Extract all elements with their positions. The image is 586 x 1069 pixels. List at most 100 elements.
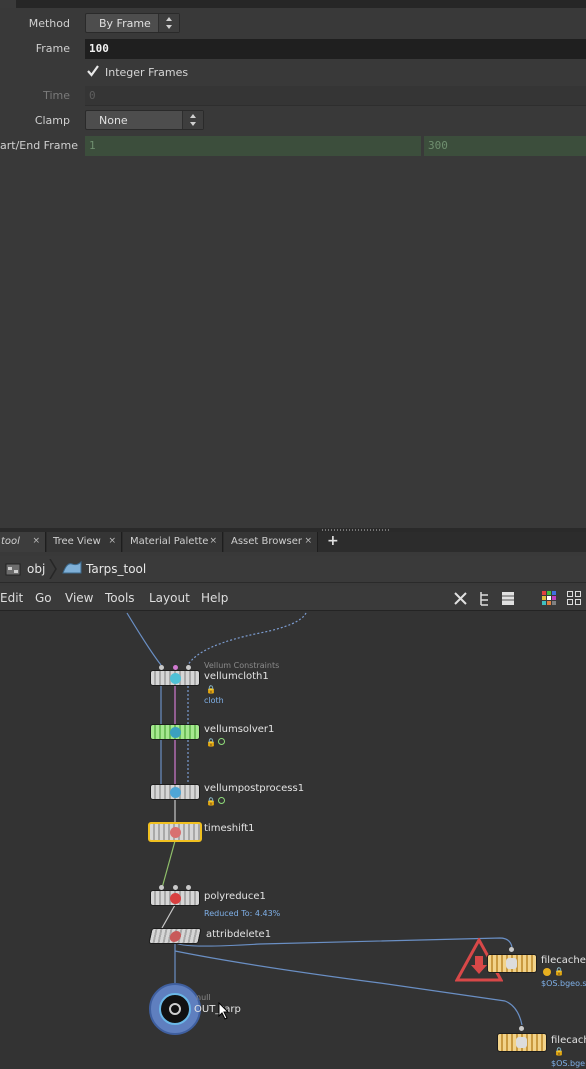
- node-comment: $OS.bgeo.s: [541, 979, 586, 988]
- node-name: vellumsolver1: [204, 724, 275, 735]
- node-name: vellumcloth1: [204, 671, 269, 682]
- vellum-postprocess-icon: [170, 787, 181, 798]
- close-icon[interactable]: ×: [304, 536, 312, 546]
- updown-arrows-icon: [158, 14, 179, 32]
- path-current[interactable]: Tarps_tool: [86, 562, 146, 576]
- start-frame-field: 1: [85, 136, 421, 156]
- time-field: 0: [85, 86, 586, 106]
- attribdelete-icon: [168, 931, 183, 942]
- node-vellumcloth[interactable]: [150, 670, 200, 686]
- node-name: filecache1: [541, 955, 586, 966]
- splitter-grip: [322, 529, 390, 531]
- integer-frames-checkbox[interactable]: [87, 65, 99, 77]
- status-dot-icon: [218, 797, 225, 804]
- clock-icon: [170, 827, 181, 838]
- disk-icon: [506, 958, 517, 969]
- input-port[interactable]: [173, 885, 178, 890]
- network-editor[interactable]: Vellum Constraints vellumcloth1 🔒 cloth …: [0, 611, 586, 1069]
- node-name: attribdelete1: [206, 929, 272, 940]
- integer-frames-label: Integer Frames: [105, 66, 189, 79]
- node-filecache2[interactable]: [497, 1033, 547, 1052]
- menu-tools[interactable]: Tools: [105, 591, 135, 605]
- menu-layout[interactable]: Layout: [149, 591, 190, 605]
- add-tab-button[interactable]: +: [327, 533, 339, 549]
- tab-network-tool[interactable]: tool ×: [0, 532, 46, 552]
- method-dropdown[interactable]: By Frame: [85, 13, 180, 33]
- clamp-label: Clamp: [34, 114, 70, 127]
- method-value: By Frame: [99, 17, 151, 30]
- input-port[interactable]: [159, 885, 164, 890]
- menu-bar: Edit Go View Tools Layout Help: [0, 586, 586, 611]
- node-polyreduce[interactable]: [150, 890, 200, 906]
- network-icon: [5, 561, 21, 580]
- clamp-dropdown[interactable]: None: [85, 110, 204, 130]
- menu-edit[interactable]: Edit: [0, 591, 23, 605]
- input-port[interactable]: [186, 665, 191, 670]
- node-timeshift[interactable]: [148, 822, 202, 842]
- status-dot-icon: [218, 738, 225, 745]
- node-attribdelete[interactable]: [148, 928, 202, 944]
- path-root[interactable]: obj: [27, 562, 45, 576]
- tree-layout-icon[interactable]: [478, 590, 492, 610]
- node-name: polyreduce1: [204, 891, 266, 902]
- list-view-icon[interactable]: [501, 590, 515, 610]
- menu-go[interactable]: Go: [35, 591, 52, 605]
- vellum-solver-icon: [170, 727, 181, 738]
- null-ring-icon: [169, 1003, 181, 1015]
- close-icon[interactable]: ×: [209, 536, 217, 546]
- node-filecache1[interactable]: [487, 954, 537, 973]
- lock-icon: 🔒: [554, 967, 564, 976]
- path-bar: obj Tarps_tool: [0, 556, 586, 583]
- tab-label: Asset Browser: [231, 536, 303, 547]
- tab-label: Material Palette: [130, 536, 209, 547]
- tab-material-palette[interactable]: Material Palette ×: [123, 532, 223, 552]
- start-end-frame-label: art/End Frame: [0, 139, 78, 152]
- method-label: Method: [28, 17, 70, 30]
- tarp-icon: [62, 560, 82, 579]
- input-port[interactable]: [159, 665, 164, 670]
- tab-asset-browser[interactable]: Asset Browser ×: [224, 532, 318, 552]
- close-icon[interactable]: ×: [32, 536, 40, 546]
- null-node-icon: [159, 993, 191, 1025]
- top-strip-tab: [0, 0, 16, 8]
- wrench-icon[interactable]: [452, 590, 469, 610]
- network-wires: [126, 612, 523, 1026]
- tab-label: tool: [1, 536, 20, 547]
- lock-icon: 🔒: [206, 738, 216, 747]
- input-port[interactable]: [519, 1026, 524, 1031]
- tab-label: Tree View: [53, 536, 101, 547]
- node-type-label: null: [196, 993, 211, 1002]
- node-type-label: Vellum Constraints: [204, 661, 280, 670]
- input-port[interactable]: [186, 885, 191, 890]
- shape-palette-icon[interactable]: [567, 591, 581, 608]
- node-name: vellumpostprocess1: [204, 783, 305, 794]
- node-name: filecache: [551, 1035, 586, 1046]
- tab-tree-view[interactable]: Tree View ×: [47, 532, 122, 552]
- checkmark-icon: [87, 65, 99, 77]
- node-vellumpostprocess[interactable]: [150, 784, 200, 800]
- vellum-cloth-icon: [170, 673, 181, 684]
- lock-icon: 🔒: [554, 1047, 564, 1056]
- warning-badge-icon: [543, 968, 551, 976]
- frame-label: Frame: [35, 42, 70, 55]
- pane-tab-bar: tool × Tree View × Material Palette × As…: [0, 532, 586, 552]
- chevron-right-icon: [48, 558, 58, 582]
- polyreduce-icon: [170, 893, 181, 904]
- menu-help[interactable]: Help: [201, 591, 228, 605]
- node-comment: Reduced To: 4.43%: [204, 909, 281, 918]
- menu-view[interactable]: View: [65, 591, 93, 605]
- node-name: timeshift1: [204, 823, 255, 834]
- mouse-cursor-icon: [218, 1001, 230, 1023]
- frame-field[interactable]: 100: [85, 39, 586, 59]
- clamp-value: None: [99, 114, 128, 127]
- lock-icon: 🔒: [206, 685, 216, 694]
- time-label: Time: [43, 89, 70, 102]
- end-frame-field: 300: [424, 136, 586, 156]
- close-icon[interactable]: ×: [108, 536, 116, 546]
- color-palette-icon[interactable]: [542, 591, 556, 608]
- node-comment: $OS.bge: [551, 1059, 586, 1068]
- top-strip: [0, 0, 586, 8]
- node-vellumsolver[interactable]: [150, 724, 200, 740]
- input-port[interactable]: [173, 665, 178, 670]
- input-port[interactable]: [509, 947, 514, 952]
